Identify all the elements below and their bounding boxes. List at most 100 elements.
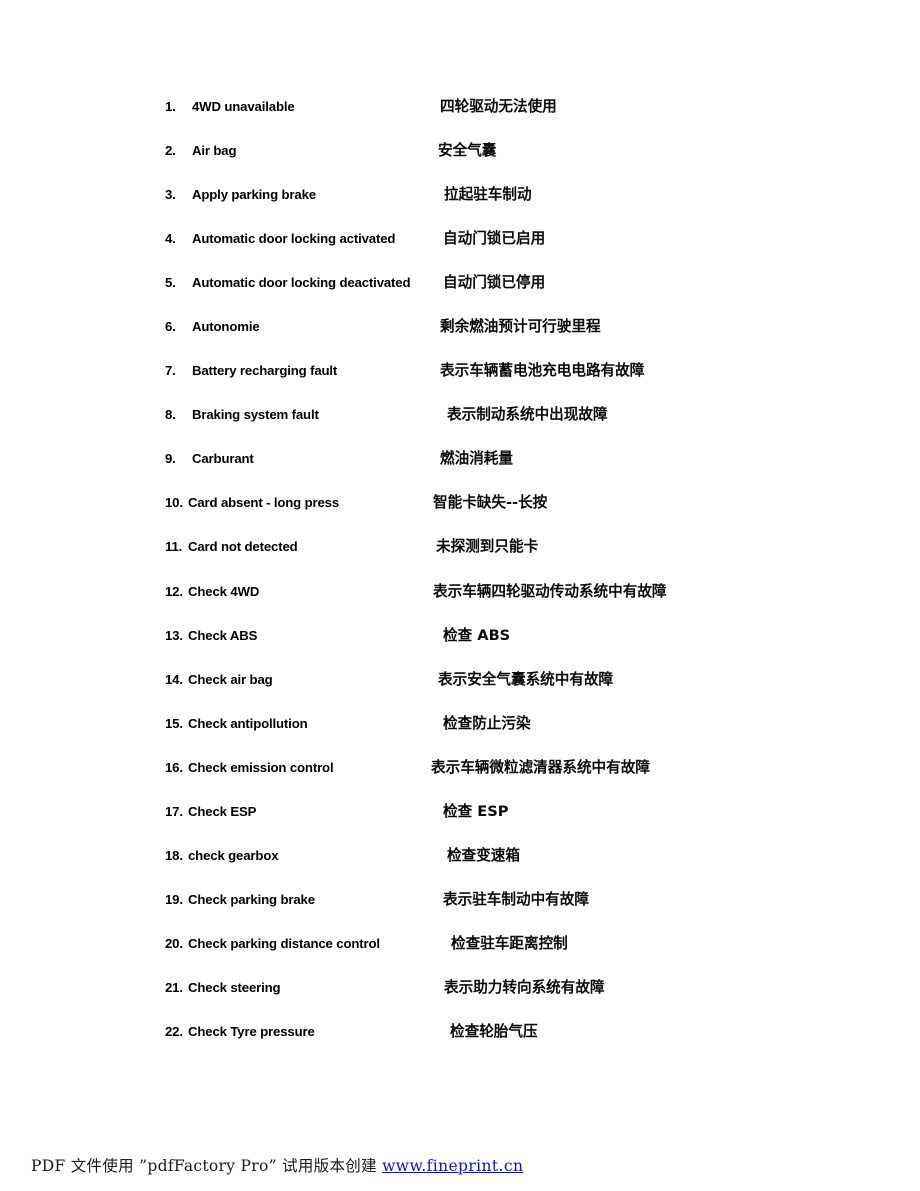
glossary-chinese-translation: 表示助力转向系统有故障: [444, 978, 605, 996]
glossary-row: 2. Air bag 安全气囊: [0, 142, 920, 186]
glossary-item-number: 16.: [165, 759, 183, 775]
glossary-english-cell: 5. Automatic door locking deactivated: [165, 274, 411, 291]
glossary-english-term: Check emission control: [188, 759, 334, 775]
glossary-chinese-translation: 表示制动系统中出现故障: [447, 406, 608, 424]
fineprint-link[interactable]: www.fineprint.cn: [382, 1157, 523, 1175]
glossary-english-cell: 1. 4WD unavailable: [165, 98, 295, 115]
glossary-row: 8. Braking system fault 表示制动系统中出现故障: [0, 406, 920, 450]
glossary-item-number: 5.: [165, 275, 176, 291]
glossary-chinese-translation: 四轮驱动无法使用: [440, 98, 557, 115]
glossary-row: 4. Automatic door locking activated 自动门锁已启…: [0, 230, 920, 274]
glossary-chinese-translation: 自动门锁已启用: [443, 230, 546, 248]
glossary-chinese-translation: 安全气囊: [438, 142, 497, 160]
glossary-english-cell: 14. Check air bag: [165, 671, 273, 688]
glossary-item-number: 1.: [165, 99, 176, 114]
glossary-chinese-translation: 检查 ESP: [443, 802, 509, 820]
glossary-row: 18. check gearbox 检查变速箱: [0, 847, 920, 891]
glossary-english-cell: 13. Check ABS: [165, 627, 257, 644]
glossary-row: 5. Automatic door locking deactivated 自动门锁…: [0, 274, 920, 318]
glossary-english-cell: 20. Check parking distance control: [165, 935, 380, 952]
glossary-row: 10. Card absent - long press 智能卡缺失--长按: [0, 494, 920, 538]
glossary-english-term: Battery recharging fault: [192, 363, 338, 379]
glossary-row: 15. Check antipollution 检查防止污染: [0, 715, 920, 759]
glossary-chinese-translation: 表示车辆微粒滤清器系统中有故障: [431, 758, 650, 776]
glossary-english-term: Automatic door locking activated: [192, 231, 396, 247]
glossary-item-number: 2.: [165, 143, 176, 159]
glossary-row: 14. Check air bag 表示安全气囊系统中有故障: [0, 671, 920, 715]
glossary-english-term: Check air bag: [188, 671, 273, 687]
glossary-english-term: Air bag: [192, 143, 237, 159]
glossary-english-cell: 7. Battery recharging fault: [165, 362, 337, 379]
glossary-item-number: 17.: [165, 803, 183, 819]
glossary-item-number: 3.: [165, 187, 176, 203]
glossary-english-cell: 16. Check emission control: [165, 759, 334, 776]
glossary-english-cell: 4. Automatic door locking activated: [165, 230, 395, 247]
glossary-chinese-translation: 检查轮胎气压: [450, 1022, 538, 1040]
glossary-english-term: Check Tyre pressure: [188, 1023, 315, 1039]
glossary-english-cell: 8. Braking system fault: [165, 406, 319, 423]
glossary-item-number: 7.: [165, 363, 176, 379]
glossary-english-cell: 2. Air bag: [165, 142, 237, 159]
glossary-english-term: Check parking brake: [188, 891, 315, 907]
glossary-english-term: Check parking distance control: [188, 935, 380, 951]
glossary-item-number: 9.: [165, 451, 176, 467]
glossary-english-cell: 19. Check parking brake: [165, 891, 315, 908]
glossary-english-term: Check ABS: [188, 627, 258, 643]
glossary-english-cell: 18. check gearbox: [165, 847, 279, 864]
glossary-item-number: 19.: [165, 891, 183, 907]
glossary-english-cell: 11. Card not detected: [165, 538, 298, 555]
glossary-english-term: Autonomie: [192, 319, 260, 335]
glossary-chinese-translation: 剩余燃油预计可行驶里程: [440, 318, 601, 336]
glossary-english-term: Card absent - long press: [188, 495, 340, 511]
glossary-chinese-translation: 表示驻车制动中有故障: [443, 890, 589, 908]
glossary-row: 11. Card not detected 未探测到只能卡: [0, 538, 920, 582]
glossary-english-cell: 22. Check Tyre pressure: [165, 1023, 315, 1040]
glossary-english-cell: 3. Apply parking brake: [165, 186, 316, 203]
glossary-chinese-translation: 表示车辆四轮驱动传动系统中有故障: [433, 582, 667, 600]
glossary-english-cell: 12. Check 4WD: [165, 583, 259, 600]
glossary-chinese-translation: 表示安全气囊系统中有故障: [438, 670, 614, 688]
glossary-item-number: 14.: [165, 671, 183, 687]
glossary-row: 20. Check parking distance control 检查驻车距离控…: [0, 935, 920, 979]
pdf-watermark-footer: PDF 文件使用 ”pdfFactory Pro” 试用版本创建 www.fin…: [31, 1155, 523, 1177]
glossary-chinese-translation: 检查防止污染: [443, 714, 531, 732]
glossary-row: 1. 4WD unavailable 四轮驱动无法使用: [0, 98, 920, 142]
glossary-row: 17. Check ESP 检查 ESP: [0, 803, 920, 847]
glossary-english-term: Apply parking brake: [192, 187, 316, 203]
glossary-chinese-translation: 自动门锁已停用: [443, 274, 546, 292]
glossary-chinese-translation: 未探测到只能卡: [436, 538, 539, 556]
glossary-chinese-translation: 检查驻车距离控制: [451, 934, 568, 952]
glossary-item-number: 12.: [165, 583, 183, 599]
glossary-english-term: Check steering: [188, 979, 281, 995]
glossary-item-number: 13.: [165, 627, 183, 643]
glossary-row: 6. Autonomie 剩余燃油预计可行驶里程: [0, 318, 920, 362]
glossary-row: 12. Check 4WD 表示车辆四轮驱动传动系统中有故障: [0, 583, 920, 627]
glossary-item-number: 10.: [165, 495, 183, 511]
glossary-english-term: Automatic door locking deactivated: [192, 275, 411, 291]
glossary-item-number: 6.: [165, 319, 176, 335]
glossary-item-number: 18.: [165, 847, 183, 863]
glossary-item-number: 4.: [165, 231, 176, 247]
glossary-english-term: check gearbox: [188, 847, 279, 863]
glossary-chinese-translation: 智能卡缺失--长按: [433, 494, 548, 512]
glossary-english-cell: 17. Check ESP: [165, 803, 256, 820]
glossary-english-cell: 21. Check steering: [165, 979, 281, 996]
glossary-english-term: Check 4WD: [188, 583, 260, 599]
glossary-english-term: Carburant: [192, 451, 254, 467]
glossary-item-number: 15.: [165, 715, 183, 731]
glossary-english-cell: 15. Check antipollution: [165, 715, 308, 732]
glossary-chinese-translation: 拉起驻车制动: [444, 186, 532, 204]
glossary-row: 22. Check Tyre pressure 检查轮胎气压: [0, 1023, 920, 1067]
glossary-item-number: 22.: [165, 1023, 183, 1039]
glossary-row: 19. Check parking brake 表示驻车制动中有故障: [0, 891, 920, 935]
glossary-english-cell: 10. Card absent - long press: [165, 494, 339, 511]
glossary-row: 16. Check emission control 表示车辆微粒滤清器系统中有故障: [0, 759, 920, 803]
glossary-item-number: 21.: [165, 979, 183, 995]
glossary-english-cell: 6. Autonomie: [165, 318, 260, 335]
glossary-item-number: 11.: [165, 539, 183, 555]
glossary-row: 3. Apply parking brake 拉起驻车制动: [0, 186, 920, 230]
glossary-english-term: 4WD unavailable: [192, 99, 295, 114]
glossary-row: 13. Check ABS 检查 ABS: [0, 627, 920, 671]
watermark-text: PDF 文件使用 ”pdfFactory Pro” 试用版本创建: [31, 1157, 383, 1175]
document-page: 1. 4WD unavailable 四轮驱动无法使用 2. Air bag 安全气囊 3.…: [0, 0, 920, 1191]
